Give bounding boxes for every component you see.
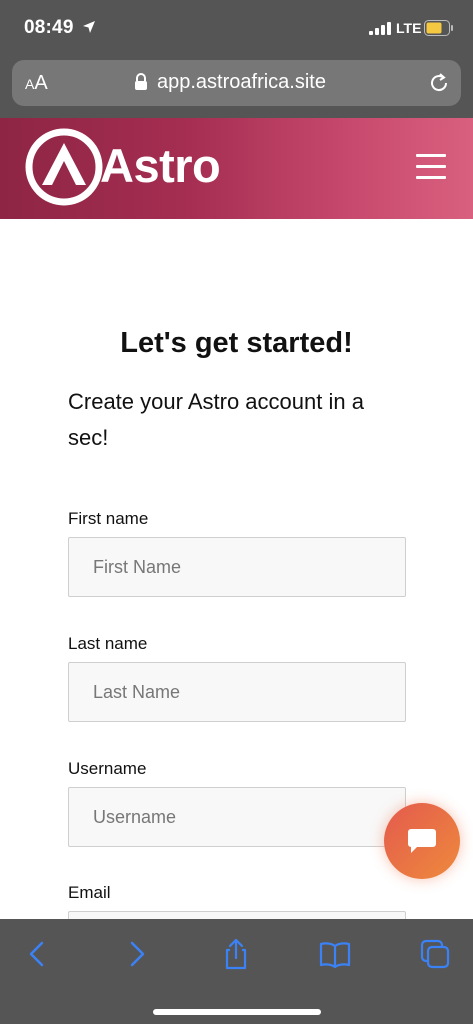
chat-button[interactable] [384, 803, 460, 879]
brand-name[interactable]: Astro [100, 138, 221, 193]
signal-bars-icon [369, 22, 391, 35]
browser-top-chrome: 08:49 LTE AA app.astroafrica.site [0, 0, 473, 118]
forward-icon[interactable] [120, 937, 154, 971]
text-size-button[interactable]: AA [25, 72, 48, 95]
status-time: 08:49 [24, 17, 74, 38]
chat-bubble-icon [408, 829, 436, 853]
network-type: LTE [396, 20, 422, 36]
site-header: Astro [0, 118, 473, 219]
page-subtitle: Create your Astro account in a sec! [68, 389, 364, 450]
status-bar: 08:49 LTE [0, 0, 473, 56]
first-name-label: First name [68, 509, 149, 528]
share-icon[interactable] [219, 937, 253, 971]
tabs-icon[interactable] [418, 937, 452, 971]
back-icon[interactable] [20, 937, 54, 971]
home-indicator[interactable] [153, 1009, 321, 1015]
reload-icon[interactable] [428, 72, 450, 94]
bookmarks-icon[interactable] [318, 937, 352, 971]
hamburger-menu-icon[interactable] [416, 154, 446, 182]
first-name-input[interactable] [68, 537, 406, 597]
last-name-input[interactable] [68, 662, 406, 722]
email-label: Email [68, 883, 111, 902]
lock-icon [135, 73, 147, 90]
username-label: Username [68, 759, 147, 778]
battery-icon [424, 20, 453, 36]
username-input[interactable] [68, 787, 406, 847]
last-name-label: Last name [68, 634, 148, 653]
astro-logo-icon[interactable] [24, 127, 104, 207]
page-title: Let's get started! [120, 327, 353, 359]
browser-toolbar [0, 919, 473, 1024]
location-arrow-icon [83, 21, 95, 33]
url-text[interactable]: app.astroafrica.site [157, 71, 326, 94]
address-bar[interactable]: AA app.astroafrica.site [12, 60, 461, 106]
